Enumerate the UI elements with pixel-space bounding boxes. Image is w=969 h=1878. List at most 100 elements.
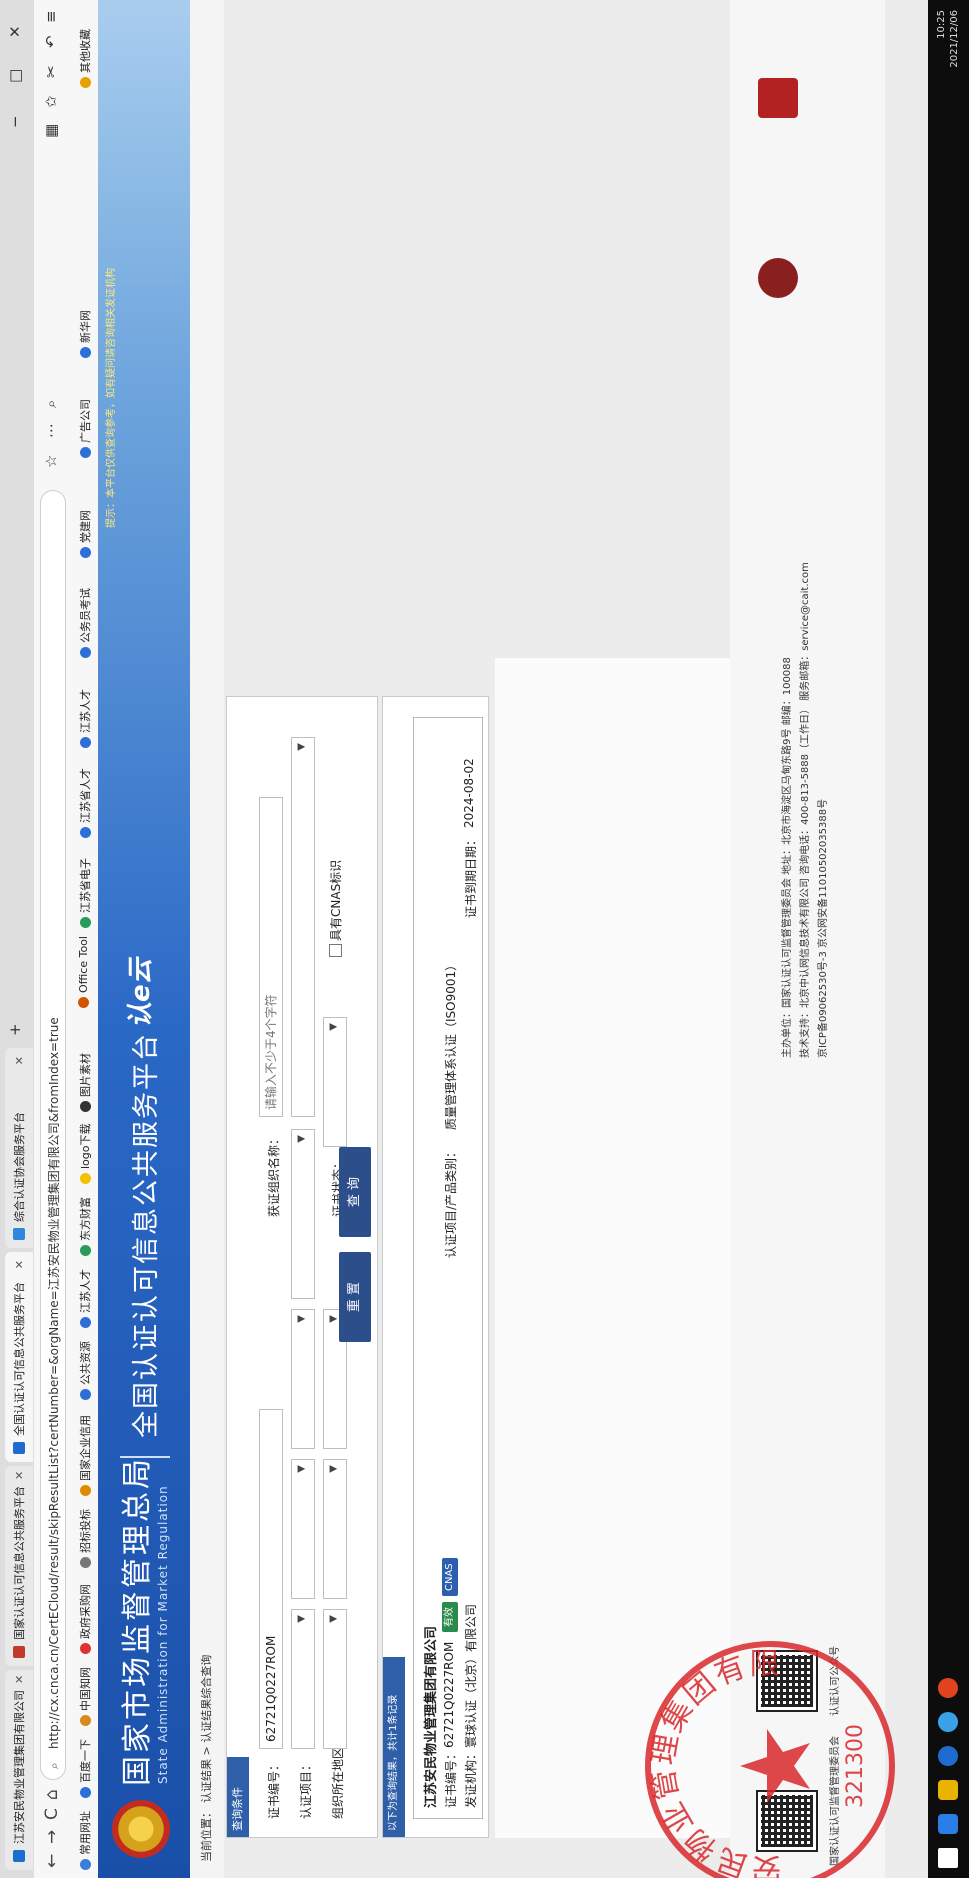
start-menu-icon[interactable] (938, 1848, 958, 1868)
edge-browser-icon[interactable] (938, 1712, 958, 1732)
status-badge: 有效 (442, 1602, 458, 1632)
taskview-icon[interactable] (938, 1814, 958, 1834)
bookmark-item[interactable]: 新华网 (77, 310, 93, 358)
tab-close-icon[interactable]: ✕ (13, 1260, 26, 1275)
tab-close-icon[interactable]: ✕ (13, 1056, 26, 1071)
bookmark-icon (78, 997, 89, 1008)
bookmark-icon (79, 1485, 91, 1496)
maximize-button[interactable]: □ (6, 69, 24, 83)
undo-icon[interactable]: ↶ (42, 35, 60, 48)
browser-nav-bar: ← → C ⌂ ⌕ http://cx.cnca.cn/CertECloud/r… (34, 0, 73, 1878)
address-bar[interactable]: ⌕ http://cx.cnca.cn/CertECloud/result/sk… (40, 490, 66, 1780)
more-icon[interactable]: ⋯ (42, 423, 60, 438)
star-icon[interactable]: ☆ (42, 455, 60, 468)
bookmark-item[interactable]: 党建网 (77, 510, 93, 558)
bookmark-item[interactable]: 图片素材 (77, 1053, 93, 1112)
tab-assoc[interactable]: 综合认证协会服务平台 ✕ (5, 1048, 33, 1248)
bookmark-item[interactable]: 国家企业信用 (77, 1415, 93, 1496)
chevron-down-icon: ▼ (328, 1315, 339, 1323)
bookmark-label: 政府采购网 (79, 1584, 92, 1639)
tab-favicon-icon (13, 1442, 25, 1454)
result-expiry-label: 证书到期日期： (464, 833, 478, 918)
other-browser-icon[interactable] (938, 1678, 958, 1698)
gov-error-report-icon[interactable] (758, 78, 798, 118)
back-icon[interactable]: ← (42, 1854, 62, 1868)
tab-label: 综合认证协会服务平台 (13, 1112, 26, 1222)
reset-button[interactable]: 重 置 (339, 1252, 371, 1342)
home-icon[interactable]: ⌂ (42, 1789, 62, 1800)
bookmark-label: 公务员考试 (79, 588, 92, 643)
bookmark-item[interactable]: 常用网址 (77, 1811, 93, 1870)
forward-icon[interactable]: → (42, 1830, 62, 1844)
result-card[interactable]: 江苏安民物业管理集团有限公司 证书编号： 62721Q0227ROM 有效 CN… (413, 717, 483, 1819)
bookmark-label: 新华网 (79, 310, 92, 343)
result-expiry: 2024-08-02 (462, 758, 476, 828)
tab-close-icon[interactable]: ✕ (13, 1471, 26, 1486)
cert-no-input[interactable]: 62721Q0227ROM (259, 1409, 283, 1749)
bookmark-item[interactable]: 江苏人才 (77, 689, 93, 748)
bookmark-item[interactable]: 江苏省电子 (77, 858, 93, 928)
region-province-select[interactable]: ▼ (323, 1609, 347, 1749)
result-cert-no: 62721Q0227ROM (442, 1641, 456, 1748)
bookmark-item[interactable]: 江苏人才 (77, 1269, 93, 1328)
project-subselect-1[interactable]: ▼ (291, 1459, 315, 1599)
project-subselect-4[interactable]: ▼ (291, 737, 315, 1117)
project-subselect-2[interactable]: ▼ (291, 1309, 315, 1449)
menu-icon[interactable]: ≡ (42, 10, 60, 23)
bookmark-icon (79, 1389, 91, 1400)
search-icon[interactable]: ⌕ (42, 400, 60, 408)
tools-icon[interactable]: ✂ (42, 65, 60, 78)
new-tab-button[interactable]: + (6, 1023, 24, 1036)
bookmark-item[interactable]: 广告公司 (77, 399, 93, 458)
tab-anmin[interactable]: 江苏安民物业管理集团有限公司 ✕ (5, 1670, 33, 1870)
bookmark-item[interactable]: Office Tool (77, 936, 90, 1008)
bookmark-item[interactable]: 江苏省人才 (77, 768, 93, 838)
org-name-input[interactable]: 请输入不少于4个字符 (259, 797, 283, 1117)
tab-platform-1[interactable]: 国家认证认可信息公共服务平台 ✕ (5, 1466, 33, 1666)
breadcrumb-path[interactable]: 认证结果 > 认证结果综合查询 (200, 1655, 213, 1803)
reload-icon[interactable]: C (42, 1808, 62, 1820)
result-org-name[interactable]: 江苏安民物业管理集团有限公司 (420, 1626, 439, 1808)
tab-close-icon[interactable]: ✕ (13, 1675, 26, 1690)
bookmark-label: 中国知网 (79, 1667, 92, 1711)
region-city-select[interactable]: ▼ (323, 1459, 347, 1599)
site-header: 提示：本平台仅供查询参考，如有疑问请咨询相关发证机构 国家市场监督管理总局 St… (98, 0, 190, 1878)
file-explorer-icon[interactable] (938, 1780, 958, 1800)
cnas-checkbox[interactable] (329, 944, 342, 957)
bookmark-item[interactable]: 招标投标 (77, 1509, 93, 1568)
query-button[interactable]: 查 询 (339, 1147, 371, 1237)
search-panel-title: 查询条件 (227, 1757, 249, 1837)
favorites-icon[interactable]: ✩ (42, 95, 60, 108)
bookmark-item[interactable]: 其他收藏 (77, 29, 93, 88)
bookmark-icon (79, 1787, 91, 1798)
bookmark-item[interactable]: 政府采购网 (77, 1584, 93, 1654)
bookmark-label: 国家企业信用 (79, 1415, 92, 1481)
bookmark-label: 江苏省电子 (79, 858, 92, 913)
bookmark-item[interactable]: 公务员考试 (77, 588, 93, 658)
tab-platform-2[interactable]: 全国认证认可信息公共服务平台 ✕ (5, 1252, 33, 1462)
bookmark-item[interactable]: 公共资源 (77, 1341, 93, 1400)
close-window-button[interactable]: ✕ (6, 25, 24, 38)
bookmark-icon (79, 827, 91, 838)
bookmark-item[interactable]: 中国知网 (77, 1667, 93, 1726)
extensions-icon[interactable]: ▦ (42, 124, 60, 138)
bookmark-item[interactable]: 百度一下 (77, 1739, 93, 1798)
bookmark-icon (79, 1245, 91, 1256)
breadcrumb-label: 当前位置： (200, 1807, 213, 1862)
chevron-down-icon: ▼ (328, 1465, 339, 1473)
footer-line-1: 主办单位：国家认证认可监督管理委员会 地址：北京市海淀区马甸东路9号 邮编：10… (782, 657, 793, 1058)
bookmark-item[interactable]: logo下载 (77, 1124, 93, 1184)
project-select[interactable]: ▼ (291, 1609, 315, 1749)
bookmark-icon (79, 347, 91, 358)
minimize-button[interactable]: − (6, 115, 24, 128)
result-cert-no-label: 证书编号： (444, 1747, 458, 1808)
tab-favicon-icon (13, 1646, 25, 1658)
bookmark-item[interactable]: 东方财富 (77, 1197, 93, 1256)
bookmark-label: 常用网址 (79, 1811, 92, 1855)
taskbar-clock[interactable]: 10:25 2021/12/06 (935, 10, 961, 68)
ie-browser-icon[interactable] (938, 1746, 958, 1766)
header-divider (120, 1456, 170, 1458)
status-select[interactable]: ▼ (323, 1017, 347, 1147)
project-subselect-3[interactable]: ▼ (291, 1129, 315, 1299)
bookmark-icon (79, 447, 91, 458)
